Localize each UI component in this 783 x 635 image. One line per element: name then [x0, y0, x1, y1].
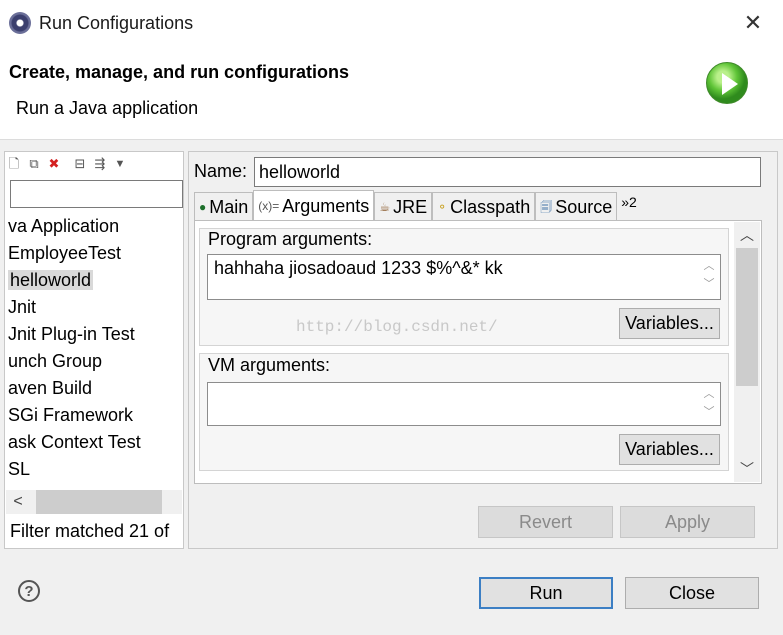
- tab-jre[interactable]: ☕ JRE: [374, 192, 433, 220]
- tab-source[interactable]: 🗐 Source: [535, 192, 618, 220]
- program-variables-button[interactable]: Variables...: [619, 308, 720, 339]
- vm-arguments-label: VM arguments:: [208, 355, 331, 375]
- window-title: Run Configurations: [39, 13, 194, 33]
- configurations-toolbar: 🗋 ⧉ ✖ ⊟ ⇶ ▼: [6, 154, 128, 174]
- scroll-thumb[interactable]: [36, 490, 162, 514]
- help-icon[interactable]: ?: [18, 580, 40, 602]
- dropdown-icon[interactable]: ▼: [112, 156, 128, 172]
- tree-item[interactable]: aven Build: [6, 375, 182, 402]
- name-input[interactable]: [254, 157, 761, 187]
- source-tab-icon: 🗐: [540, 199, 553, 214]
- close-button[interactable]: Close: [625, 577, 759, 609]
- run-large-icon: [706, 62, 748, 104]
- program-arguments-label: Program arguments:: [208, 229, 373, 249]
- tree-item[interactable]: ask Context Test: [6, 429, 182, 456]
- configuration-tree: va Application EmployeeTest helloworld J…: [6, 213, 182, 483]
- tab-main[interactable]: ● Main: [194, 192, 254, 220]
- tab-classpath[interactable]: ⚬ Classpath: [432, 192, 536, 220]
- program-arguments-textarea[interactable]: hahhaha jiosadoaud 1233 $%^&* kk ︿ ﹀: [207, 254, 721, 300]
- filter-input[interactable]: [10, 180, 183, 208]
- tree-item[interactable]: EmployeeTest: [6, 240, 182, 267]
- watermark-text: http://blog.csdn.net/: [296, 318, 498, 336]
- arguments-tab-icon: (x)=: [258, 198, 280, 213]
- scroll-thumb[interactable]: [736, 248, 758, 386]
- scroll-up-icon[interactable]: ︿: [734, 224, 760, 246]
- tab-content-scrollbar[interactable]: ︿ ﹀: [734, 222, 760, 482]
- new-config-icon[interactable]: 🗋: [6, 156, 22, 172]
- tree-item[interactable]: SGi Framework: [6, 402, 182, 429]
- tree-item[interactable]: va Application: [6, 213, 182, 240]
- tree-item[interactable]: Jnit: [6, 294, 182, 321]
- tree-item[interactable]: unch Group: [6, 348, 182, 375]
- textarea-scrollbar[interactable]: ︿ ﹀: [700, 257, 718, 293]
- run-button[interactable]: Run: [479, 577, 613, 609]
- main-tab-icon: ●: [199, 199, 207, 214]
- classpath-tab-icon: ⚬: [437, 199, 448, 214]
- duplicate-icon[interactable]: ⧉: [26, 156, 42, 172]
- tab-arguments[interactable]: (x)= Arguments: [253, 190, 375, 220]
- scroll-left-icon[interactable]: <: [8, 490, 28, 514]
- tab-strip: ● Main (x)= Arguments ☕ JRE ⚬ Classpath 🗐 Sou…: [194, 190, 641, 220]
- filter-status-text: Filter matched 21 of: [10, 521, 170, 541]
- collapse-all-icon[interactable]: ⊟: [72, 156, 88, 172]
- delete-icon[interactable]: ✖: [46, 156, 62, 172]
- vm-variables-button[interactable]: Variables...: [619, 434, 720, 465]
- tree-horizontal-scrollbar[interactable]: <: [6, 490, 182, 514]
- jre-tab-icon: ☕: [379, 199, 391, 214]
- apply-button[interactable]: Apply: [620, 506, 755, 538]
- banner-title: Create, manage, and run configurations: [9, 62, 350, 82]
- revert-button[interactable]: Revert: [478, 506, 613, 538]
- vm-arguments-textarea[interactable]: ︿ ﹀: [207, 382, 721, 426]
- tab-overflow-button[interactable]: »2: [617, 192, 641, 220]
- tree-item[interactable]: Jnit Plug-in Test: [6, 321, 182, 348]
- eclipse-app-icon: [9, 12, 31, 34]
- close-window-icon[interactable]: ✕: [740, 10, 766, 36]
- name-label: Name:: [194, 161, 248, 181]
- scroll-down-icon[interactable]: ﹀: [734, 458, 760, 480]
- textarea-scrollbar[interactable]: ︿ ﹀: [700, 385, 718, 421]
- banner-subtitle: Run a Java application: [16, 98, 199, 118]
- tree-item[interactable]: SL: [6, 456, 182, 483]
- tree-item-selected[interactable]: helloworld: [6, 267, 182, 294]
- filter-icon[interactable]: ⇶: [92, 156, 108, 172]
